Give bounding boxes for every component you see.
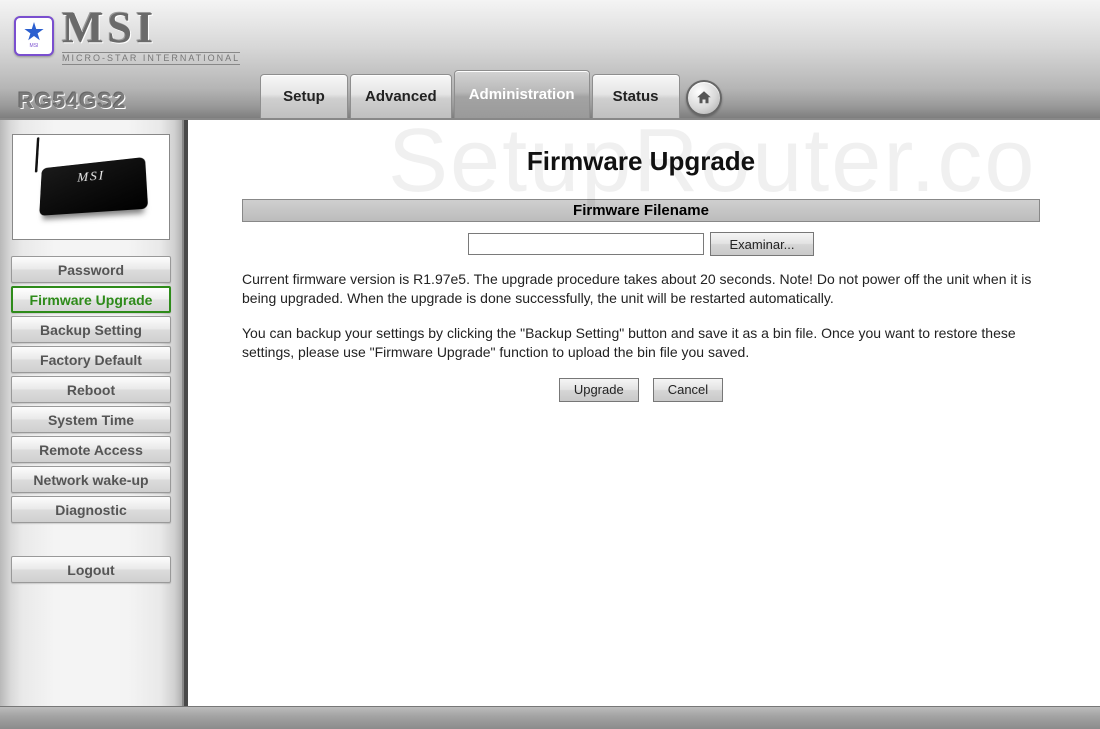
section-header: Firmware Filename <box>242 199 1040 222</box>
router-label: MSI <box>41 165 147 190</box>
sidebar-item-system-time[interactable]: System Time <box>11 406 171 433</box>
brand-logo: MSI MSI MICRO-STAR INTERNATIONAL <box>14 6 240 65</box>
footer-bar <box>0 706 1100 729</box>
brand-sub: MICRO-STAR INTERNATIONAL <box>62 52 240 65</box>
brand-text: MSI MICRO-STAR INTERNATIONAL <box>62 6 240 65</box>
sidebar-item-factory-default[interactable]: Factory Default <box>11 346 171 373</box>
router-icon: MSI <box>39 157 148 216</box>
cancel-button[interactable]: Cancel <box>653 378 723 402</box>
firmware-file-input[interactable] <box>468 233 704 255</box>
sidebar-item-logout[interactable]: Logout <box>11 556 171 583</box>
logo-badge-text: MSI <box>30 43 39 49</box>
topnav: Setup Advanced Administration Status <box>260 74 682 118</box>
model-label: RG54GS2 <box>18 88 127 114</box>
sidebar-item-network-wakeup[interactable]: Network wake-up <box>11 466 171 493</box>
body: MSI Password Firmware Upgrade Backup Set… <box>0 120 1100 706</box>
action-row: Upgrade Cancel <box>242 378 1040 402</box>
info-paragraph-2: You can backup your settings by clicking… <box>242 324 1040 362</box>
sidebar: MSI Password Firmware Upgrade Backup Set… <box>0 120 184 706</box>
sidebar-item-diagnostic[interactable]: Diagnostic <box>11 496 171 523</box>
browse-button[interactable]: Examinar... <box>710 232 814 256</box>
tab-status[interactable]: Status <box>592 74 680 118</box>
info-paragraph-1: Current firmware version is R1.97e5. The… <box>242 270 1040 308</box>
sidebar-item-password[interactable]: Password <box>11 256 171 283</box>
tab-administration[interactable]: Administration <box>454 70 590 118</box>
upgrade-button[interactable]: Upgrade <box>559 378 639 402</box>
content: SetupRouter.co Firmware Upgrade Firmware… <box>188 120 1100 706</box>
tab-advanced[interactable]: Advanced <box>350 74 452 118</box>
file-row: Examinar... <box>242 232 1040 256</box>
page-title: Firmware Upgrade <box>242 146 1040 177</box>
tab-setup[interactable]: Setup <box>260 74 348 118</box>
sidebar-menu: Password Firmware Upgrade Backup Setting… <box>11 256 171 586</box>
sidebar-gap <box>11 526 171 556</box>
home-button[interactable] <box>686 80 722 116</box>
sidebar-item-reboot[interactable]: Reboot <box>11 376 171 403</box>
star-icon <box>24 22 44 42</box>
brand-main: MSI <box>62 6 240 50</box>
header: MSI MSI MICRO-STAR INTERNATIONAL RG54GS2… <box>0 0 1100 120</box>
logo-badge-icon: MSI <box>14 16 54 56</box>
device-image: MSI <box>12 134 170 240</box>
sidebar-item-firmware-upgrade[interactable]: Firmware Upgrade <box>11 286 171 313</box>
sidebar-item-remote-access[interactable]: Remote Access <box>11 436 171 463</box>
sidebar-item-backup-setting[interactable]: Backup Setting <box>11 316 171 343</box>
home-icon <box>695 89 713 107</box>
